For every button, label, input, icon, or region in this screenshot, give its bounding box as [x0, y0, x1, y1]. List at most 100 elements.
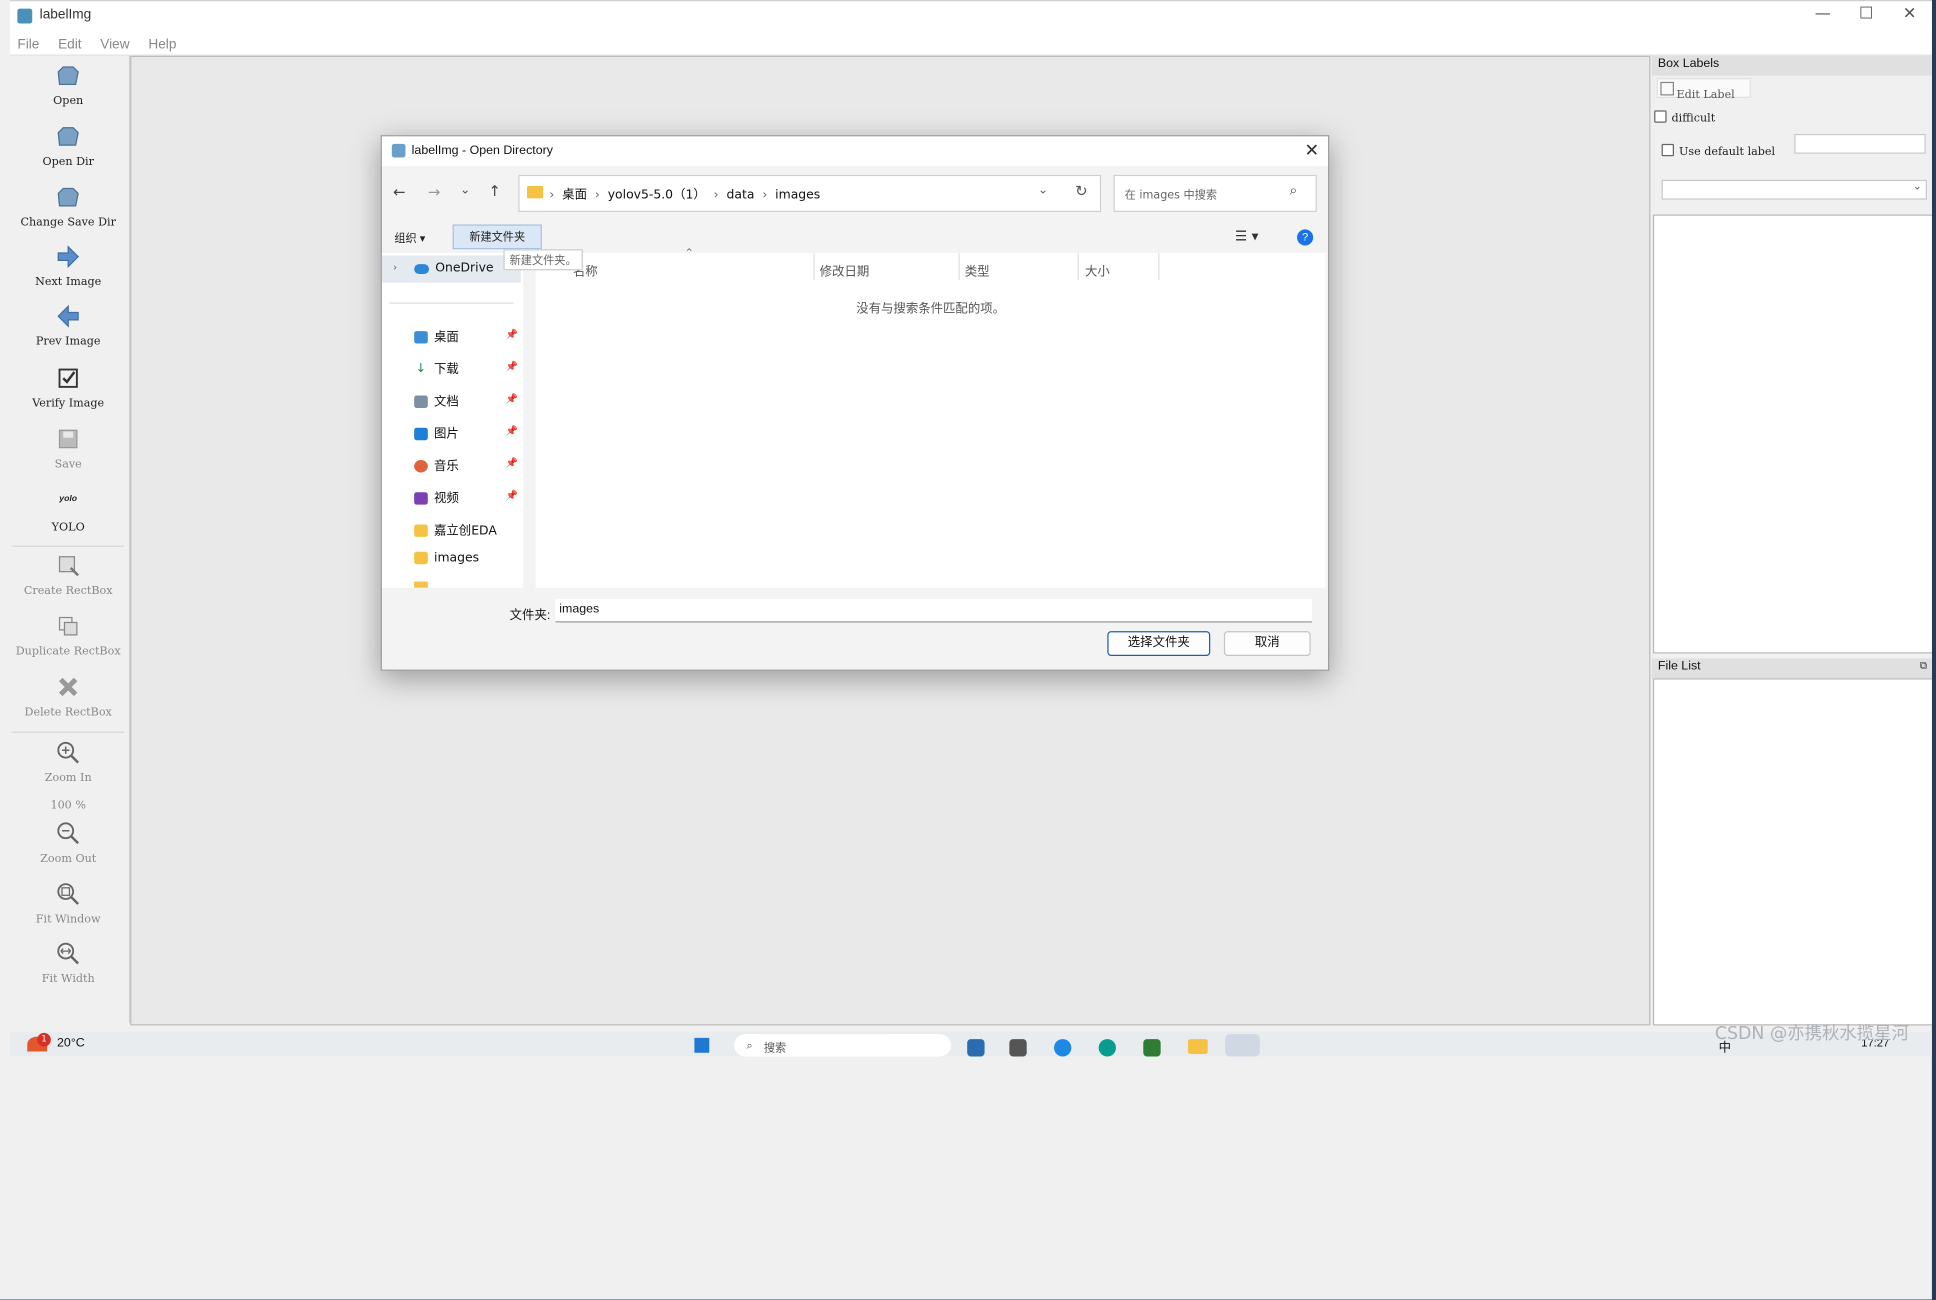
nav-images-folder[interactable]: images: [414, 551, 479, 565]
folder-icon: [527, 186, 544, 199]
pin-icon[interactable]: 📌: [506, 425, 518, 436]
recent-chevron-icon[interactable]: ⌄: [460, 184, 470, 198]
label-combobox[interactable]: ⌄: [1661, 179, 1927, 200]
delete-rectbox-button[interactable]: Delete RectBox: [10, 675, 127, 720]
cloud-icon: [414, 264, 430, 275]
create-rectbox-button[interactable]: Create RectBox: [10, 553, 127, 598]
use-default-label-checkbox[interactable]: Use default label: [1661, 136, 1776, 160]
nav-downloads[interactable]: ↓ 下载: [414, 358, 459, 377]
breadcrumb-yolov5[interactable]: yolov5-5.0（1）: [608, 188, 706, 202]
nav-videos-label: 视频: [434, 492, 459, 506]
breadcrumb-desktop[interactable]: 桌面: [562, 188, 587, 202]
windows-taskbar: 1 20°C ⌕ 搜索 中 17:27: [9, 1031, 1932, 1057]
organize-menu[interactable]: 组织 ▾: [394, 229, 425, 245]
menu-help[interactable]: Help: [143, 33, 181, 55]
open-dir-label: Open Dir: [42, 156, 94, 169]
column-divider[interactable]: [958, 252, 960, 281]
column-type[interactable]: 类型: [965, 260, 990, 279]
edit-icon: [1660, 81, 1674, 96]
breadcrumb-images[interactable]: images: [775, 188, 820, 202]
nav-desktop[interactable]: 桌面: [414, 326, 459, 345]
checkbox-checked-icon: [58, 368, 78, 388]
difficult-checkbox[interactable]: difficult: [1654, 103, 1715, 127]
up-arrow-icon[interactable]: ↑: [489, 182, 501, 199]
windows-start-icon[interactable]: [694, 1037, 710, 1053]
nav-documents-label: 文档: [434, 395, 459, 410]
yolo-format-button[interactable]: yolo YOLO: [10, 490, 127, 535]
pin-icon[interactable]: 📌: [506, 458, 518, 469]
default-label-input[interactable]: [1794, 133, 1926, 154]
weather-temperature[interactable]: 20°C: [57, 1037, 85, 1051]
folder-input[interactable]: images: [555, 598, 1312, 623]
zoom-out-button[interactable]: Zoom Out: [10, 821, 127, 866]
column-size[interactable]: 大小: [1085, 260, 1110, 279]
file-list-view[interactable]: 名称 ⌃ 修改日期 类型 大小 没有与搜索条件匹配的项。: [535, 248, 1326, 588]
view-options-icon[interactable]: ☰ ▾: [1235, 228, 1258, 244]
dialog-close-icon[interactable]: ✕: [1304, 140, 1319, 161]
refresh-icon[interactable]: ↻: [1075, 182, 1087, 199]
cancel-button[interactable]: 取消: [1223, 631, 1311, 656]
address-bar[interactable]: › 桌面 › yolov5-5.0（1） › data › images ⌄ ↻: [518, 174, 1102, 213]
minimize-button[interactable]: —: [1802, 5, 1844, 24]
fit-width-button[interactable]: Fit Width: [10, 941, 127, 986]
maximize-button[interactable]: ☐: [1845, 5, 1887, 24]
select-folder-button[interactable]: 选择文件夹: [1107, 631, 1211, 656]
back-arrow-icon[interactable]: ←: [393, 184, 405, 201]
pin-icon[interactable]: 📌: [506, 490, 518, 501]
menu-view[interactable]: View: [95, 33, 134, 55]
nav-documents[interactable]: 文档: [414, 391, 459, 410]
column-divider[interactable]: [1077, 252, 1079, 281]
menu-file[interactable]: File: [12, 33, 44, 55]
save-label: Save: [54, 458, 82, 472]
column-modified[interactable]: 修改日期: [820, 260, 870, 279]
nav-music[interactable]: 音乐: [414, 455, 459, 474]
nav-pictures[interactable]: 图片: [414, 423, 459, 441]
taskbar-search[interactable]: ⌕ 搜索: [734, 1034, 952, 1057]
search-icon: ⌕: [1289, 182, 1298, 199]
next-image-button[interactable]: Next Image: [10, 244, 127, 289]
labelimg-taskbar-button[interactable]: [1225, 1034, 1260, 1057]
pin-icon[interactable]: 📌: [506, 329, 518, 340]
delete-rectbox-label: Delete RectBox: [24, 706, 112, 720]
use-default-label-text: Use default label: [1678, 146, 1776, 159]
prev-image-button[interactable]: Prev Image: [10, 304, 127, 348]
checkbox-icon: [1654, 109, 1667, 123]
column-divider[interactable]: [813, 252, 815, 281]
breadcrumb-data[interactable]: data: [727, 188, 755, 202]
file-explorer-icon[interactable]: [1187, 1039, 1208, 1054]
open-dir-button[interactable]: Open Dir: [10, 124, 127, 169]
dialog-search-box[interactable]: 在 images 中搜索 ⌕: [1113, 174, 1317, 213]
nav-eda-folder[interactable]: 嘉立创EDA: [414, 520, 497, 538]
menu-edit[interactable]: Edit: [53, 33, 86, 55]
box-labels-title: Box Labels: [1651, 55, 1932, 76]
notification-badge: 1: [37, 1032, 51, 1047]
nav-videos[interactable]: 视频: [414, 487, 459, 506]
label-list[interactable]: [1652, 214, 1932, 654]
zoom-in-button[interactable]: Zoom In: [10, 740, 127, 785]
nav-music-label: 音乐: [434, 460, 459, 474]
verify-image-button[interactable]: Verify Image: [10, 366, 127, 410]
address-history-chevron-icon[interactable]: ⌄: [1038, 184, 1048, 198]
open-button[interactable]: Open: [10, 63, 127, 108]
help-icon[interactable]: ?: [1297, 229, 1314, 246]
fit-window-button[interactable]: Fit Window: [10, 882, 127, 926]
create-rectbox-label: Create RectBox: [23, 585, 113, 598]
create-rectbox-icon: [58, 556, 79, 577]
new-folder-button[interactable]: 新建文件夹: [452, 224, 542, 250]
nav-onedrive[interactable]: › OneDrive: [381, 255, 521, 283]
close-button[interactable]: ✕: [1889, 5, 1931, 24]
zoom-level-spinbox[interactable]: 100 %: [10, 800, 127, 812]
forward-arrow-icon[interactable]: →: [428, 184, 440, 201]
undock-icon[interactable]: ⧉: [1920, 660, 1927, 672]
folder-open-icon: [57, 127, 79, 146]
save-button[interactable]: Save: [10, 427, 127, 472]
pin-icon[interactable]: 📌: [506, 361, 518, 372]
file-list[interactable]: [1652, 678, 1932, 1026]
edit-label-button[interactable]: Edit Label: [1656, 78, 1751, 102]
pin-icon[interactable]: 📌: [506, 393, 518, 404]
change-save-dir-button[interactable]: Change Save Dir: [10, 185, 127, 229]
column-divider[interactable]: [1158, 252, 1160, 281]
breadcrumb: › 桌面 › yolov5-5.0（1） › data › images: [549, 188, 821, 203]
labelimg-window: labelImg — ☐ ✕ File Edit View Help Open …: [0, 0, 1932, 1300]
duplicate-rectbox-button[interactable]: Duplicate RectBox: [10, 614, 127, 658]
